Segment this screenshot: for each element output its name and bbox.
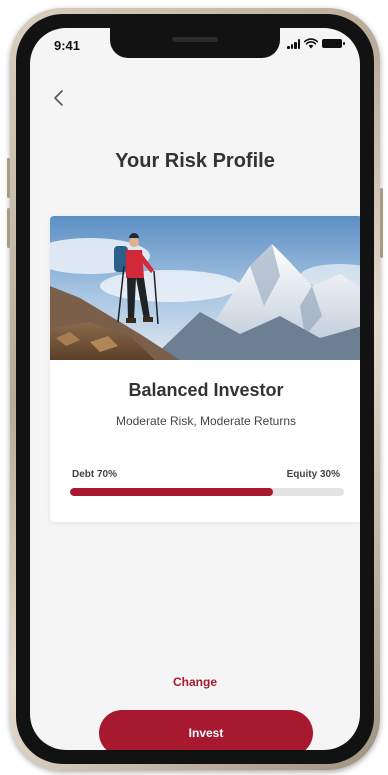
wifi-icon (304, 38, 318, 49)
notch (110, 28, 280, 58)
invest-button[interactable]: Invest (99, 710, 313, 750)
volume-down-button (7, 208, 10, 248)
change-link[interactable]: Change (30, 675, 360, 689)
allocation-progress-bar (70, 488, 344, 496)
battery-icon (322, 39, 345, 48)
app-screen: 9:41 Your Risk Profile Balanced Investor… (30, 28, 360, 750)
speaker-grille (172, 37, 218, 42)
page-title: Your Risk Profile (115, 150, 275, 172)
risk-profile-card: Balanced Investor Moderate Risk, Moderat… (50, 216, 360, 522)
equity-allocation-label: Equity 30% (286, 469, 340, 480)
stage: 9:41 Your Risk Profile Balanced Investor… (0, 0, 388, 775)
phone-bezel: 9:41 Your Risk Profile Balanced Investor… (16, 14, 374, 764)
profile-name: Balanced Investor (128, 380, 284, 400)
phone-frame: 9:41 Your Risk Profile Balanced Investor… (7, 8, 383, 770)
allocation-progress-fill (70, 488, 273, 496)
power-button (380, 188, 383, 258)
status-icons (287, 38, 345, 49)
volume-up-button (7, 158, 10, 198)
profile-description: Moderate Risk, Moderate Returns (115, 414, 297, 428)
chevron-left-icon[interactable] (50, 88, 70, 108)
mountain-hiker-image (50, 216, 360, 360)
status-time: 9:41 (54, 38, 81, 53)
signal-icon (287, 38, 300, 49)
debt-allocation-label: Debt 70% (72, 469, 118, 480)
